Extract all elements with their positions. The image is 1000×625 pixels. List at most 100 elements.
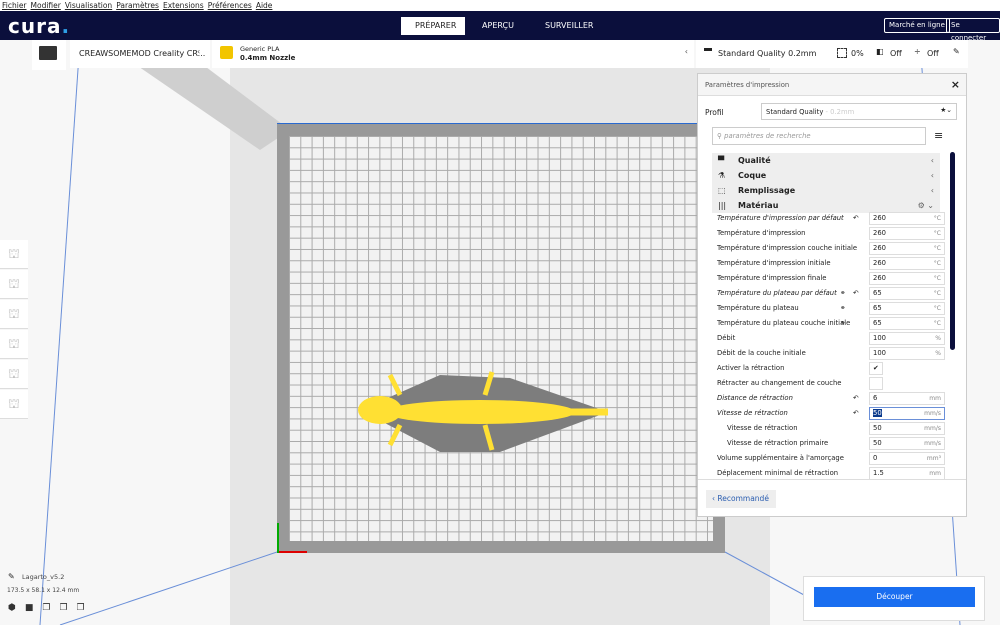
reset-icon[interactable]: ↶ [853, 211, 859, 226]
setting-checkbox[interactable]: ✔ [869, 362, 883, 375]
menu-icon[interactable]: ≡ [934, 129, 943, 142]
tab-prepare[interactable]: PRÉPARER [401, 17, 465, 35]
setting-label: Distance de rétraction [717, 394, 793, 402]
setting-value: 260 [873, 214, 886, 222]
setting-value: 65 [873, 289, 882, 297]
setting-label: Rétracter au changement de couche [717, 379, 842, 387]
slice-panel: Découper [803, 576, 985, 621]
tab-monitor[interactable]: SURVEILLER [531, 17, 597, 35]
tool-scale-icon[interactable]: ⛫ [0, 240, 28, 269]
setting-input[interactable]: 260 °C [869, 242, 945, 255]
menu-6[interactable]: Aide [256, 0, 273, 11]
setting-row: Température d'impression par défaut ↶ 260 °… [717, 211, 947, 226]
setting-unit: °C [933, 275, 941, 282]
setting-row: Débit de la couche initiale 100% [717, 346, 947, 361]
material-selector[interactable]: Generic PLA 0.4mm Nozzle ‹ [212, 40, 694, 68]
machine-selector[interactable]: CREAWSOMEMOD Creality CR... ‹ [70, 40, 210, 68]
setting-label: Température d'impression [717, 229, 806, 237]
setting-row: Activer la rétraction ✔ [717, 361, 947, 376]
view-left-icon[interactable]: ❐ [59, 603, 67, 613]
setting-label: Température du plateau [717, 304, 799, 312]
chevron-icon: ‹ [930, 156, 934, 165]
setting-input[interactable]: 260 °C [869, 272, 945, 285]
setting-input[interactable]: 100% [869, 332, 945, 345]
profile-dropdown[interactable]: Standard Quality - 0.2mm ★⌄ [761, 103, 957, 120]
menu-2[interactable]: Visualisation [65, 0, 112, 11]
profile-name: Standard Quality 0.2mm [718, 49, 817, 58]
setting-input[interactable]: 6 mm [869, 392, 945, 405]
settings-search-input[interactable]: ⚲ paramètres de recherche [712, 127, 926, 145]
setting-value: 65 [873, 304, 882, 312]
category-2[interactable]: ⬚ Remplissage ‹ [712, 183, 940, 198]
chevron-left-icon: ‹ [684, 47, 688, 56]
setting-unit: mm³ [926, 455, 941, 462]
category-1[interactable]: ⚗ Coque ‹ [712, 168, 940, 183]
tool-per-model-icon[interactable]: ⛫ [0, 330, 28, 359]
setting-input[interactable]: 260 °C [869, 257, 945, 270]
setting-input[interactable]: 65 °C [869, 302, 945, 315]
view-right-icon[interactable]: ❐ [77, 603, 85, 613]
setting-row: Débit 100% [717, 331, 947, 346]
menu-bar: Fichier Modifier Visualisation Paramètres Ex… [0, 0, 1000, 11]
tab-preview[interactable]: APERÇU [465, 17, 531, 35]
setting-input[interactable]: 100% [869, 347, 945, 360]
reset-icon[interactable]: ↶ [853, 286, 859, 301]
support-value: Off [890, 49, 902, 58]
category-icon: ▀ [718, 156, 725, 165]
slice-button[interactable]: Découper [814, 587, 975, 607]
menu-4[interactable]: Extensions [163, 0, 204, 11]
setting-input[interactable]: 50 mm/s [869, 437, 945, 450]
chevron-icon: ‹ [930, 186, 934, 195]
setting-unit: mm [929, 395, 941, 402]
setting-unit: % [935, 350, 941, 357]
login-button[interactable]: Se connecter [946, 18, 1000, 42]
setting-input[interactable]: 50 mm/s [869, 422, 945, 435]
category-label: Remplissage [738, 186, 796, 195]
tool-support-blocker-icon[interactable]: ⛫ [0, 360, 28, 389]
extruder-icon [220, 46, 233, 59]
cura-logo: cura. [8, 14, 71, 38]
menu-3[interactable]: Paramètres [116, 0, 159, 11]
tool-rotate-icon[interactable]: ⛫ [0, 300, 28, 329]
chevron-icon: ‹ [930, 171, 934, 180]
recommended-button[interactable]: ‹ Recommandé [706, 490, 776, 508]
menu-0[interactable]: Fichier [2, 0, 27, 11]
setting-unit: mm/s [924, 440, 941, 447]
menu-1[interactable]: Modifier [31, 0, 61, 11]
setting-input[interactable]: 260 °C [869, 227, 945, 240]
setting-input[interactable]: 65 °C [869, 287, 945, 300]
print-settings-bar[interactable]: Standard Quality 0.2mm 0% ◧ Off ÷ Off ✎ [696, 40, 968, 68]
setting-checkbox[interactable] [869, 377, 883, 390]
setting-input[interactable]: 50 mm/s [869, 407, 945, 420]
setting-row: Température d'impression initiale 260 °C [717, 256, 947, 271]
star-chevron-icon: ★⌄ [940, 106, 952, 114]
adhesion-value: Off [927, 49, 939, 58]
setting-label: Température d'impression par défaut [717, 214, 844, 222]
setting-label: Vitesse de rétraction primaire [727, 439, 829, 447]
open-file-button[interactable] [32, 40, 66, 70]
setting-unit: °C [933, 290, 941, 297]
print-settings-panel: Paramètres d'impression × Profil Standar… [697, 73, 967, 517]
header: cura. PRÉPARER APERÇU SURVEILLER Marché … [0, 11, 1000, 42]
marketplace-button[interactable]: Marché en ligne [884, 18, 950, 33]
view-3d-icon[interactable]: ⬢ [8, 603, 16, 613]
setting-unit: mm [929, 470, 941, 477]
category-icon: ⬚ [718, 186, 726, 195]
tool-mirror-icon[interactable]: ⛫ [0, 270, 28, 299]
object-name: Lagarto_v5.2 [22, 573, 65, 581]
reset-icon[interactable]: ↶ [853, 406, 859, 421]
setting-input[interactable]: 260 °C [869, 212, 945, 225]
close-icon[interactable]: × [951, 78, 960, 91]
reset-icon[interactable]: ↶ [853, 391, 859, 406]
view-front-icon[interactable]: ■ [25, 603, 34, 613]
setting-value: 6 [873, 394, 878, 402]
setting-value: 260 [873, 244, 886, 252]
setting-input[interactable]: 0 mm³ [869, 452, 945, 465]
category-0[interactable]: ▀ Qualité ‹ [712, 153, 940, 168]
view-top-icon[interactable]: ❐ [42, 603, 50, 613]
setting-row: Température du plateau couche initiale ⚭ 6… [717, 316, 947, 331]
menu-5[interactable]: Préférences [208, 0, 252, 11]
scrollbar[interactable] [950, 152, 955, 350]
tool-layer-icon[interactable]: ⛫ [0, 390, 28, 419]
setting-input[interactable]: 65 °C [869, 317, 945, 330]
